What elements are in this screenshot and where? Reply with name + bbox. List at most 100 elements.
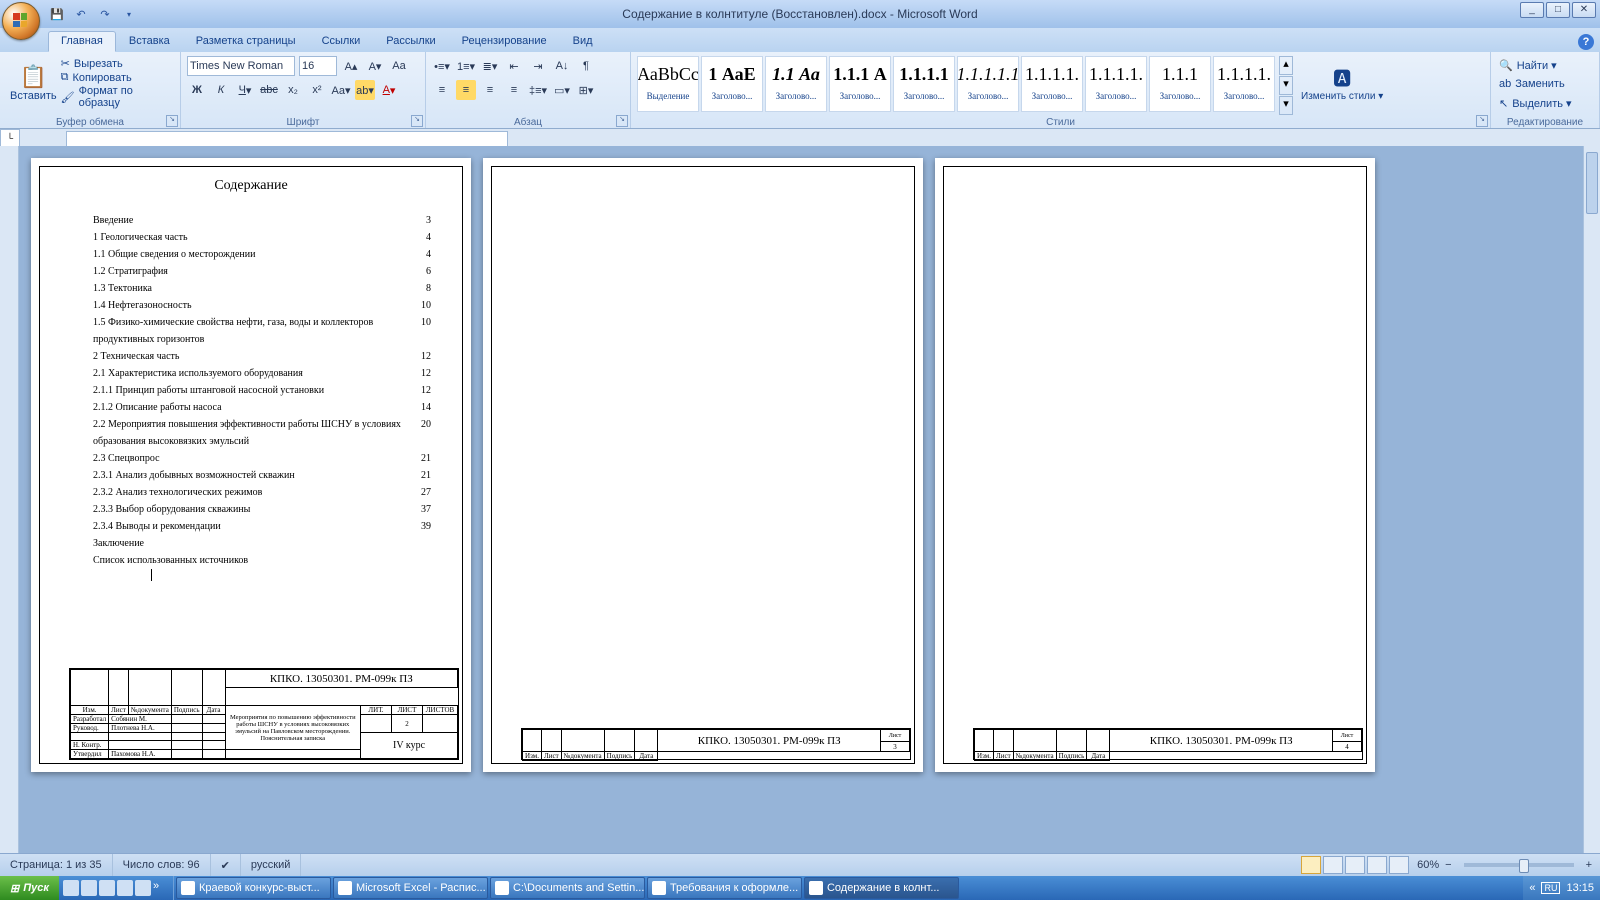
qat-more-icon[interactable]: ▾ (120, 5, 138, 23)
line-spacing-icon[interactable]: ‡≡▾ (528, 80, 548, 100)
align-center-icon[interactable]: ≡ (456, 80, 476, 100)
paste-button[interactable]: 📋 Вставить (6, 54, 61, 112)
numbering-icon[interactable]: 1≡▾ (456, 56, 476, 76)
zoom-in-button[interactable]: + (1582, 859, 1596, 871)
shading-icon[interactable]: ▭▾ (552, 80, 572, 100)
style-item-5[interactable]: 1.1.1.1.1Заголово... (957, 56, 1019, 112)
status-language[interactable]: русский (241, 854, 301, 876)
tab-view[interactable]: Вид (560, 31, 606, 52)
save-icon[interactable]: 💾 (48, 5, 66, 23)
ql-firefox-icon[interactable] (99, 880, 115, 896)
ql-desktop-icon[interactable] (81, 880, 97, 896)
ql-more-icon[interactable]: » (153, 880, 169, 896)
view-web[interactable] (1345, 856, 1365, 874)
style-item-1[interactable]: 1 АаEЗаголово... (701, 56, 763, 112)
style-item-4[interactable]: 1.1.1.1Заголово... (893, 56, 955, 112)
start-button[interactable]: ⊞Пуск (0, 876, 59, 900)
font-dialog-launcher[interactable]: ↘ (411, 115, 423, 127)
ruler-vertical[interactable] (0, 146, 19, 870)
tray-expand-icon[interactable]: « (1529, 882, 1535, 894)
styles-more[interactable]: ▾ (1279, 96, 1293, 115)
find-button[interactable]: 🔍Найти ▾ (1497, 56, 1593, 74)
select-button[interactable]: ↖Выделить ▾ (1497, 94, 1593, 112)
styles-scroll-down[interactable]: ▾ (1279, 76, 1293, 95)
status-page[interactable]: Страница: 1 из 35 (0, 854, 113, 876)
highlight-icon[interactable]: ab▾ (355, 80, 375, 100)
justify-icon[interactable]: ≡ (504, 80, 524, 100)
tab-review[interactable]: Рецензирование (449, 31, 560, 52)
underline-icon[interactable]: Ч▾ (235, 80, 255, 100)
tab-insert[interactable]: Вставка (116, 31, 183, 52)
view-print-layout[interactable] (1301, 856, 1321, 874)
sort-icon[interactable]: A↓ (552, 56, 572, 76)
view-outline[interactable] (1367, 856, 1387, 874)
restore-button[interactable]: □ (1546, 2, 1570, 18)
zoom-value[interactable]: 60% (1417, 859, 1439, 871)
ql-ie-icon[interactable] (63, 880, 79, 896)
shrink-font-icon[interactable]: A▾ (365, 56, 385, 76)
taskbar-task-4[interactable]: Содержание в колнт... (804, 877, 959, 899)
style-item-7[interactable]: 1.1.1.1.Заголово... (1085, 56, 1147, 112)
style-item-9[interactable]: 1.1.1.1.Заголово... (1213, 56, 1275, 112)
taskbar-task-2[interactable]: C:\Documents and Settin... (490, 877, 645, 899)
styles-gallery[interactable]: АаBbCcВыделение1 АаEЗаголово...1.1 АаЗаг… (637, 54, 1275, 112)
status-proof-icon[interactable]: ✔ (211, 854, 241, 876)
align-left-icon[interactable]: ≡ (432, 80, 452, 100)
undo-icon[interactable]: ↶ (72, 5, 90, 23)
change-styles-button[interactable]: 🅰 Изменить стили ▾ (1297, 54, 1387, 112)
align-right-icon[interactable]: ≡ (480, 80, 500, 100)
ql-app2-icon[interactable] (135, 880, 151, 896)
minimize-button[interactable]: _ (1520, 2, 1544, 18)
styles-scroll-up[interactable]: ▴ (1279, 56, 1293, 75)
taskbar-task-0[interactable]: Краевой конкурс-выст... (176, 877, 331, 899)
superscript-icon[interactable]: x² (307, 80, 327, 100)
tab-references[interactable]: Ссылки (309, 31, 374, 52)
taskbar-task-1[interactable]: Microsoft Excel - Распис... (333, 877, 488, 899)
cut-button[interactable]: ✂Вырезать (61, 57, 174, 70)
tab-layout[interactable]: Разметка страницы (183, 31, 309, 52)
font-size-input[interactable] (299, 56, 337, 76)
font-name-input[interactable] (187, 56, 295, 76)
tab-mailings[interactable]: Рассылки (373, 31, 448, 52)
style-item-2[interactable]: 1.1 АаЗаголово... (765, 56, 827, 112)
grow-font-icon[interactable]: A▴ (341, 56, 361, 76)
ql-app-icon[interactable] (117, 880, 133, 896)
scroll-thumb[interactable] (1586, 152, 1598, 214)
status-words[interactable]: Число слов: 96 (113, 854, 211, 876)
paragraph-dialog-launcher[interactable]: ↘ (616, 115, 628, 127)
style-item-3[interactable]: 1.1.1 АЗаголово... (829, 56, 891, 112)
help-icon[interactable]: ? (1578, 34, 1594, 50)
borders-icon[interactable]: ⊞▾ (576, 80, 596, 100)
indent-inc-icon[interactable]: ⇥ (528, 56, 548, 76)
tray-clock[interactable]: 13:15 (1566, 882, 1594, 894)
office-button[interactable] (2, 2, 40, 40)
copy-button[interactable]: ⧉Копировать (61, 71, 174, 84)
replace-button[interactable]: abЗаменить (1497, 75, 1593, 93)
font-color-icon[interactable]: A▾ (379, 80, 399, 100)
style-item-6[interactable]: 1.1.1.1.Заголово... (1021, 56, 1083, 112)
clear-format-icon[interactable]: Aa (389, 56, 409, 76)
document-area[interactable]: Содержание Введение31 Геологическая част… (0, 146, 1600, 870)
close-button[interactable]: ✕ (1572, 2, 1596, 18)
styles-dialog-launcher[interactable]: ↘ (1476, 115, 1488, 127)
style-item-8[interactable]: 1.1.1Заголово... (1149, 56, 1211, 112)
multilevel-icon[interactable]: ≣▾ (480, 56, 500, 76)
change-case-icon[interactable]: Aa▾ (331, 80, 351, 100)
redo-icon[interactable]: ↷ (96, 5, 114, 23)
tab-home[interactable]: Главная (48, 31, 116, 52)
zoom-out-button[interactable]: − (1441, 859, 1455, 871)
pilcrow-icon[interactable]: ¶ (576, 56, 596, 76)
scrollbar-vertical[interactable] (1583, 146, 1600, 870)
bullets-icon[interactable]: •≡▾ (432, 56, 452, 76)
indent-dec-icon[interactable]: ⇤ (504, 56, 524, 76)
italic-icon[interactable]: К (211, 80, 231, 100)
taskbar-task-3[interactable]: Требования к оформле... (647, 877, 802, 899)
bold-icon[interactable]: Ж (187, 80, 207, 100)
view-full-screen[interactable] (1323, 856, 1343, 874)
tray-lang-icon[interactable]: RU (1541, 882, 1560, 894)
clipboard-dialog-launcher[interactable]: ↘ (166, 115, 178, 127)
format-painter-button[interactable]: 🖌Формат по образцу (61, 85, 174, 109)
subscript-icon[interactable]: x₂ (283, 80, 303, 100)
view-draft[interactable] (1389, 856, 1409, 874)
zoom-slider[interactable] (1464, 863, 1574, 867)
